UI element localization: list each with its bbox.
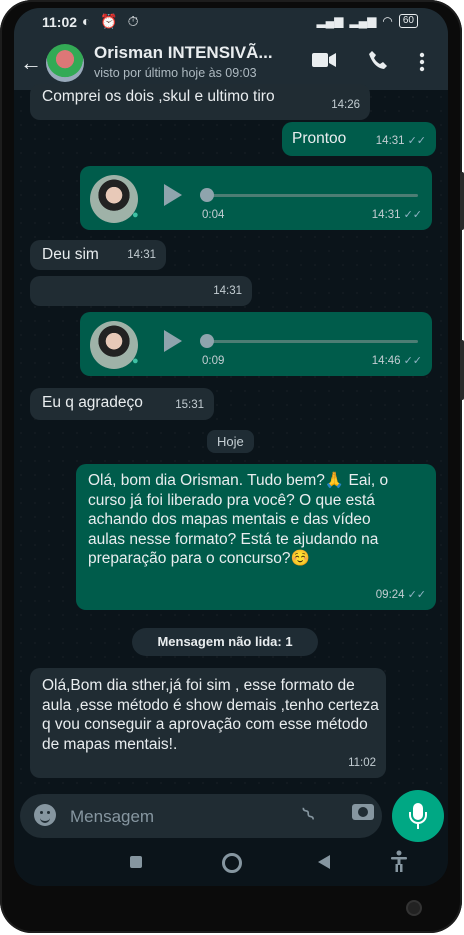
message-text: Eu q agradeço bbox=[42, 394, 143, 411]
message-time: 14:31 bbox=[127, 248, 156, 261]
message-incoming[interactable]: Olá,Bom dia sther,já foi sim , esse form… bbox=[30, 668, 386, 778]
message-incoming[interactable]: Deu sim 14:31 bbox=[30, 240, 166, 270]
read-ticks-icon: ✓✓ bbox=[407, 588, 426, 601]
phone-frame: 11:02 ◐ ⏰ ⏱ ▂▄▆ ▂▄▆ ◠ 60 ← Orisman INTEN… bbox=[0, 0, 464, 933]
voice-progress-track[interactable] bbox=[208, 340, 418, 343]
voice-duration: 0:04 bbox=[202, 208, 225, 221]
message-text: Prontoo bbox=[292, 130, 347, 147]
message-time: 15:31 bbox=[175, 398, 204, 411]
back-arrow-icon[interactable]: ← bbox=[20, 50, 42, 76]
play-icon[interactable] bbox=[164, 184, 182, 206]
battery-icon: 60 bbox=[398, 14, 418, 28]
wifi-icon: ◠ bbox=[382, 14, 393, 28]
status-notification-icons: ◐ ⏰ ⏱ bbox=[82, 13, 142, 29]
voice-seek-handle[interactable] bbox=[200, 334, 214, 348]
voice-duration: 0:09 bbox=[202, 354, 225, 367]
contact-avatar[interactable] bbox=[46, 44, 84, 82]
voice-progress-track[interactable] bbox=[208, 194, 418, 197]
voice-message[interactable]: ● 0:04 14:31 ✓✓ bbox=[80, 166, 432, 230]
camera-icon[interactable] bbox=[352, 804, 374, 820]
message-input[interactable] bbox=[68, 804, 292, 830]
more-options-icon[interactable] bbox=[419, 52, 425, 72]
message-time: 14:31 bbox=[371, 208, 401, 221]
sender-avatar bbox=[90, 175, 138, 223]
read-ticks-icon: ✓✓ bbox=[403, 208, 422, 221]
emoji-icon[interactable] bbox=[34, 804, 56, 826]
message-time: 14:31 bbox=[213, 284, 242, 297]
status-time: 11:02 bbox=[42, 14, 78, 30]
message-input-pill[interactable]: ⌇ bbox=[20, 794, 382, 838]
power-button bbox=[460, 340, 464, 400]
contact-name[interactable]: Orisman INTENSIVÃ... bbox=[94, 43, 294, 63]
date-divider: Hoje bbox=[207, 430, 254, 453]
message-incoming[interactable]: 14:31 bbox=[30, 276, 252, 306]
sender-avatar bbox=[90, 321, 138, 369]
unread-divider: Mensagem não lida: 1 bbox=[132, 628, 318, 656]
signal-icon: ▂▄▆ bbox=[316, 14, 344, 28]
mic-badge-icon: ● bbox=[132, 209, 139, 221]
message-time: 11:02 bbox=[348, 756, 376, 769]
message-time: 14:46 bbox=[371, 354, 401, 367]
mic-icon-base bbox=[409, 812, 427, 824]
message-outgoing[interactable]: Olá, bom dia Orisman. Tudo bem?🙏 Eai, o … bbox=[76, 464, 436, 610]
mic-button[interactable] bbox=[392, 790, 444, 842]
home-icon[interactable] bbox=[222, 853, 242, 873]
mic-icon-stem bbox=[417, 824, 419, 829]
play-icon[interactable] bbox=[164, 330, 182, 352]
attach-icon[interactable]: ⌇ bbox=[297, 802, 321, 827]
message-text: Comprei os dois ,skul e ultimo tiro bbox=[42, 88, 275, 105]
message-text: Deu sim bbox=[42, 246, 99, 263]
back-nav-icon[interactable] bbox=[318, 855, 330, 869]
voice-seek-handle[interactable] bbox=[200, 188, 214, 202]
voice-message[interactable]: ● 0:09 14:46 ✓✓ bbox=[80, 312, 432, 376]
mic-badge-icon: ● bbox=[132, 355, 139, 367]
message-outgoing[interactable]: Prontoo 14:31 ✓✓ bbox=[282, 122, 436, 156]
video-call-icon[interactable] bbox=[312, 52, 336, 68]
system-nav-bar bbox=[14, 846, 448, 886]
read-ticks-icon: ✓✓ bbox=[403, 354, 422, 367]
message-text: Olá, bom dia Orisman. Tudo bem?🙏 Eai, o … bbox=[88, 472, 389, 567]
front-camera bbox=[408, 902, 420, 914]
signal-icon-2: ▂▄▆ bbox=[349, 14, 377, 28]
voice-call-icon[interactable] bbox=[368, 50, 388, 70]
accessibility-icon[interactable] bbox=[390, 850, 408, 872]
volume-button bbox=[460, 172, 464, 230]
status-right-icons: ▂▄▆ ▂▄▆ ◠ 60 bbox=[316, 14, 418, 28]
message-time: 09:24 bbox=[375, 588, 405, 601]
message-text: Olá,Bom dia sther,já foi sim , esse form… bbox=[42, 677, 379, 753]
screen: 11:02 ◐ ⏰ ⏱ ▂▄▆ ▂▄▆ ◠ 60 ← Orisman INTEN… bbox=[14, 8, 448, 886]
chat-header: ← Orisman INTENSIVÃ... visto por último … bbox=[14, 36, 448, 90]
chat-area[interactable]: Comprei os dois ,skul e ultimo tiro 14:2… bbox=[14, 84, 448, 790]
recents-icon[interactable] bbox=[130, 856, 142, 868]
message-time: 14:31 bbox=[375, 134, 405, 147]
message-incoming[interactable]: Comprei os dois ,skul e ultimo tiro 14:2… bbox=[30, 84, 370, 120]
read-ticks-icon: ✓✓ bbox=[407, 134, 426, 147]
message-time: 14:26 bbox=[331, 98, 360, 111]
composer: ⌇ bbox=[14, 790, 448, 846]
status-bar: 11:02 ◐ ⏰ ⏱ ▂▄▆ ▂▄▆ ◠ 60 bbox=[14, 8, 448, 36]
message-incoming[interactable]: Eu q agradeço 15:31 bbox=[30, 388, 214, 420]
last-seen-status: visto por último hoje às 09:03 bbox=[94, 66, 257, 80]
